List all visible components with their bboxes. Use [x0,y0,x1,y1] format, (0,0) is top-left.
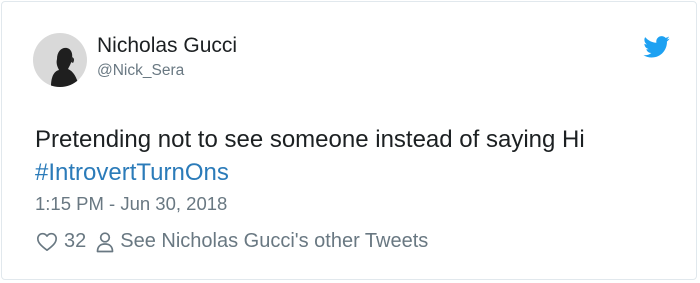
tweet-text: Pretending not to see someone instead of… [35,123,675,189]
avatar[interactable] [33,33,87,87]
tweet-timestamp[interactable]: 1:15 PM - Jun 30, 2018 [35,193,227,215]
tweet-card: Nicholas Gucci @Nick_Sera Pretending not… [1,1,697,280]
heart-icon [37,232,57,252]
avatar-image [33,33,87,87]
author-handle[interactable]: @Nick_Sera [97,62,184,80]
hashtag-link[interactable]: #IntrovertTurnOns [35,156,675,189]
other-tweets-link[interactable]: See Nicholas Gucci's other Tweets [96,230,428,253]
tweet-body: Pretending not to see someone instead of… [35,126,585,153]
like-count: 32 [64,230,87,252]
other-tweets-label: See Nicholas Gucci's other Tweets [120,230,429,252]
like-button[interactable]: 32 [36,230,86,253]
author-name[interactable]: Nicholas Gucci [97,34,237,58]
tweet-actions: 32 See Nicholas Gucci's other Tweets [36,230,428,253]
twitter-bird-icon[interactable] [643,36,670,58]
person-icon [96,231,114,252]
